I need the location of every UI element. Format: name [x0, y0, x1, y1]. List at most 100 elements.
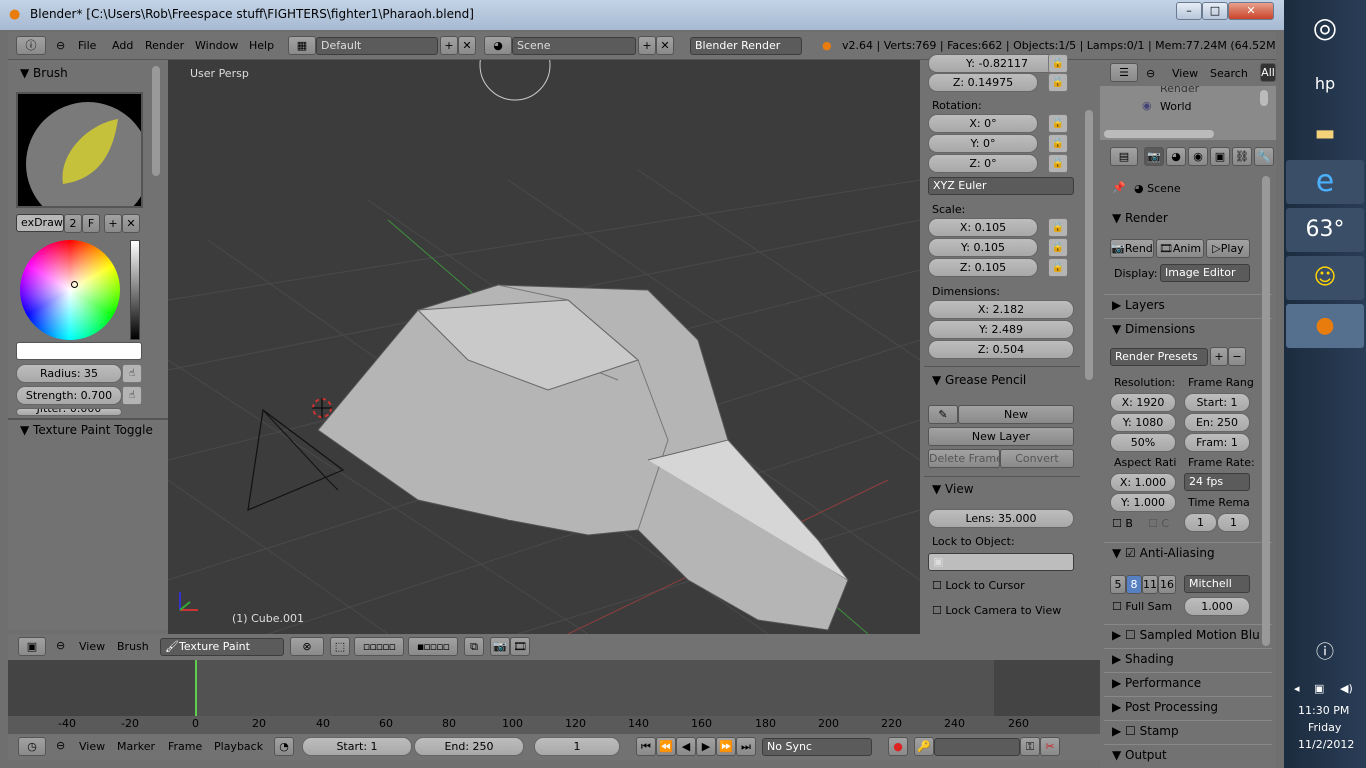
dimension-z-field[interactable]: Z: 0.504: [928, 340, 1074, 359]
anti-aliasing-section[interactable]: ▼ ☑ Anti-Aliasing: [1104, 542, 1272, 564]
outliner-filter-select[interactable]: All: [1260, 63, 1276, 82]
lock-cursor-checkbox[interactable]: ☐ Lock to Cursor: [932, 579, 1025, 592]
folder-icon[interactable]: ▬: [1286, 112, 1364, 156]
performance-section[interactable]: ▶ Performance: [1104, 672, 1272, 694]
scene-layers-b[interactable]: ▪▫▫▫▫: [408, 637, 458, 656]
fps-select[interactable]: 24 fps: [1184, 473, 1250, 491]
outliner-collapse-icon[interactable]: ⊖: [1146, 67, 1155, 80]
gp-new-button[interactable]: New: [958, 405, 1074, 424]
play-button[interactable]: ▷Play: [1206, 239, 1250, 258]
timeline-editor-button[interactable]: ◷: [18, 737, 46, 756]
border-checkbox[interactable]: ☐ B: [1112, 517, 1133, 530]
crop-checkbox[interactable]: ☐ C: [1148, 517, 1169, 530]
outliner-view-menu[interactable]: View: [1172, 67, 1198, 80]
weather-icon[interactable]: 63°: [1286, 208, 1364, 252]
collapse-icon[interactable]: ⊖: [56, 39, 65, 52]
resolution-percent-field[interactable]: 50%: [1110, 433, 1176, 452]
clock-date[interactable]: 11/2/2012: [1298, 738, 1354, 751]
outliner-item-world[interactable]: World: [1160, 100, 1192, 113]
scene-add-button[interactable]: +: [638, 36, 656, 55]
brush-preview[interactable]: [16, 92, 150, 226]
layers-section[interactable]: ▶ Layers: [1104, 294, 1272, 316]
scale-y-field[interactable]: Y: 0.105: [928, 238, 1038, 257]
aspect-y-field[interactable]: Y: 1.000: [1110, 493, 1176, 512]
viewport-editor-button[interactable]: ▣: [18, 637, 46, 656]
viewport-shading-button[interactable]: ⊗: [290, 637, 324, 656]
gp-pencil-icon[interactable]: ✎: [928, 405, 958, 424]
scene-icon-button[interactable]: ◕: [484, 36, 512, 55]
rotation-y-field[interactable]: Y: 0°: [928, 134, 1038, 153]
play-reverse-button[interactable]: ◀: [676, 737, 696, 756]
lock-location-y-icon[interactable]: 🔒: [1048, 54, 1068, 73]
lock-rotation-x-icon[interactable]: 🔒: [1048, 114, 1068, 133]
render-presets-select[interactable]: Render Presets: [1110, 348, 1208, 366]
sync-mode-select[interactable]: No Sync: [762, 738, 872, 756]
outliner-item-render[interactable]: Render: [1160, 86, 1199, 95]
pin-icon[interactable]: 📌: [1112, 181, 1126, 194]
delete-keyframe-button[interactable]: ✂: [1040, 737, 1060, 756]
jump-end-button[interactable]: ⏭: [736, 737, 756, 756]
scene-tab-icon[interactable]: ◕: [1166, 147, 1186, 166]
radius-slider[interactable]: Radius: 35: [16, 364, 122, 383]
timeline-view-menu[interactable]: View: [79, 740, 105, 753]
current-frame-field[interactable]: 1: [534, 737, 620, 756]
viewport-brush-menu[interactable]: Brush: [117, 640, 149, 653]
frame-start-field[interactable]: Start: 1: [1184, 393, 1250, 412]
resolution-x-field[interactable]: X: 1920: [1110, 393, 1176, 412]
rotation-z-field[interactable]: Z: 0°: [928, 154, 1038, 173]
resolution-y-field[interactable]: Y: 1080: [1110, 413, 1176, 432]
preset-add-button[interactable]: +: [1210, 347, 1228, 366]
time-remap-old-field[interactable]: 1: [1184, 513, 1217, 532]
timeline-collapse-icon[interactable]: ⊖: [56, 739, 65, 752]
clock-time[interactable]: 11:30 PM: [1298, 704, 1349, 717]
timeline-play-button[interactable]: ▶: [696, 737, 716, 756]
clock-day[interactable]: Friday: [1308, 721, 1341, 734]
brush-name-field[interactable]: exDraw: [16, 214, 64, 232]
lock-object-field[interactable]: ▣: [928, 553, 1074, 571]
aa-filter-select[interactable]: Mitchell: [1184, 575, 1250, 593]
record-button[interactable]: ●: [888, 737, 908, 756]
constraints-tab-icon[interactable]: ⛓: [1232, 147, 1252, 166]
outliner-editor-button[interactable]: ☰: [1110, 63, 1138, 82]
lock-scale-x-icon[interactable]: 🔒: [1048, 218, 1068, 237]
brush-add-button[interactable]: +: [104, 214, 122, 233]
render-tab-icon[interactable]: 📷: [1144, 147, 1164, 166]
aa-samples-16[interactable]: 16: [1158, 575, 1176, 594]
lock-scale-z-icon[interactable]: 🔒: [1048, 258, 1068, 277]
rotation-x-field[interactable]: X: 0°: [928, 114, 1038, 133]
location-z-field[interactable]: Z: 0.14975: [928, 73, 1038, 92]
aa-samples-5[interactable]: 5: [1110, 575, 1126, 594]
scene-remove-button[interactable]: ✕: [656, 36, 674, 55]
menu-file[interactable]: File: [78, 39, 96, 52]
tray-arrow-icon[interactable]: ◂: [1294, 682, 1300, 695]
editor-type-button[interactable]: ⓘ: [16, 36, 46, 55]
opengl-anim-button[interactable]: 🎞: [510, 637, 530, 656]
layout-remove-button[interactable]: ✕: [458, 36, 476, 55]
preset-remove-button[interactable]: −: [1228, 347, 1246, 366]
interaction-mode-select[interactable]: 🖌Texture Paint: [160, 638, 284, 656]
viewport-collapse-icon[interactable]: ⊖: [56, 639, 65, 652]
info-tray-icon[interactable]: ⓘ: [1286, 638, 1364, 668]
gp-delete-frame-button[interactable]: Delete Frame: [928, 449, 1000, 468]
modifiers-tab-icon[interactable]: 🔧: [1254, 147, 1274, 166]
internet-explorer-icon[interactable]: e: [1286, 160, 1364, 204]
end-frame-field[interactable]: End: 250: [414, 737, 524, 756]
keying-set-button[interactable]: 🔑: [914, 737, 934, 756]
timeline-playback-menu[interactable]: Playback: [214, 740, 263, 753]
scale-z-field[interactable]: Z: 0.105: [928, 258, 1038, 277]
opengl-render-button[interactable]: 📷: [490, 637, 510, 656]
maximize-button[interactable]: □: [1202, 2, 1228, 20]
render-engine-select[interactable]: Blender Render: [690, 37, 802, 55]
properties-editor-button[interactable]: ▤: [1110, 147, 1138, 166]
toolshelf-scrollbar[interactable]: [152, 66, 160, 176]
scene-field[interactable]: Scene: [512, 37, 636, 55]
menu-add[interactable]: Add: [112, 39, 133, 52]
blender-taskbar-icon[interactable]: ●: [1286, 304, 1364, 348]
gp-new-layer-button[interactable]: New Layer: [928, 427, 1074, 446]
start-frame-field[interactable]: Start: 1: [302, 737, 412, 756]
time-remap-new-field[interactable]: 1: [1217, 513, 1250, 532]
tray-clipboard-icon[interactable]: ▣: [1314, 682, 1324, 695]
brush-panel-header[interactable]: ▼ Brush: [20, 66, 68, 80]
output-section[interactable]: ▼ Output: [1104, 744, 1272, 766]
jump-start-button[interactable]: ⏮: [636, 737, 656, 756]
